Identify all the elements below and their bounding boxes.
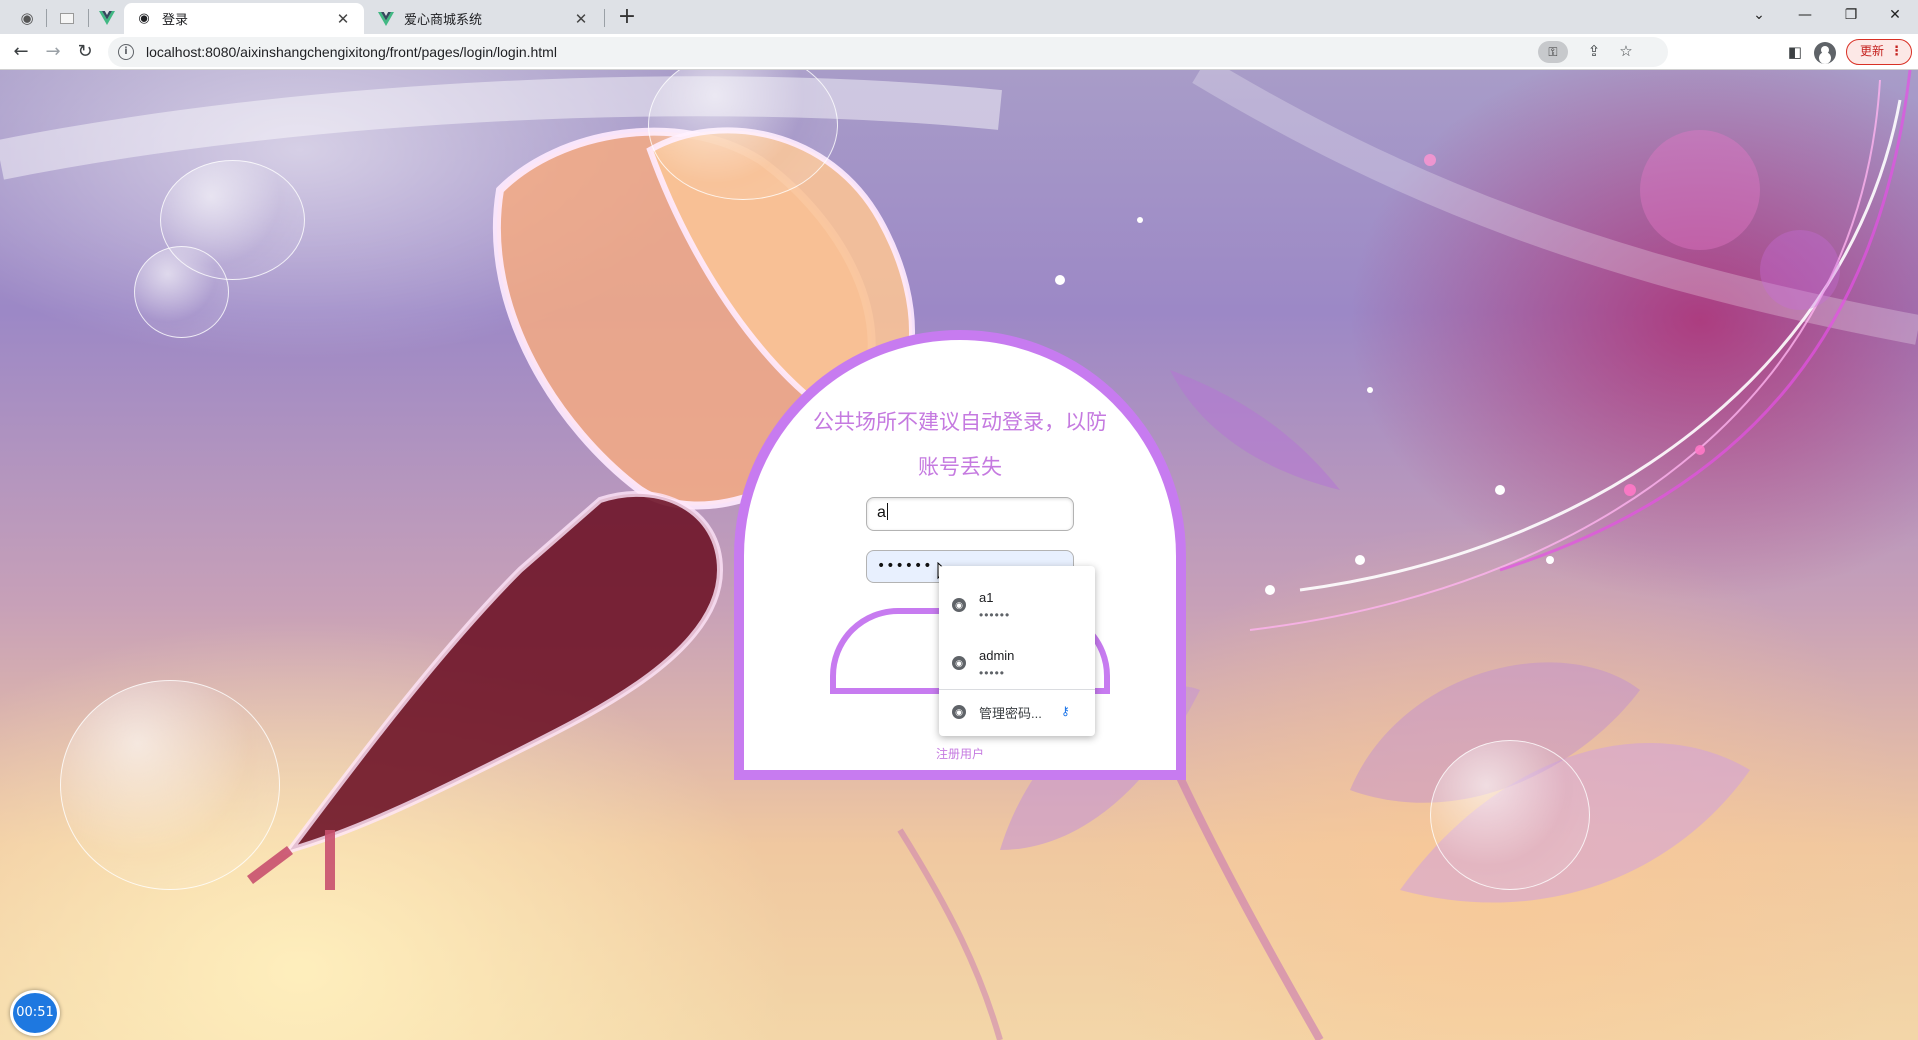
- autofill-suggestion[interactable]: ◉ a1 ••••••: [939, 576, 1095, 632]
- reload-button[interactable]: ↻: [72, 39, 98, 65]
- password-value: ••••••: [877, 558, 933, 574]
- tab-login[interactable]: ◉ 登录 ✕: [124, 3, 364, 34]
- vue-logo-icon: [99, 11, 115, 25]
- tab-title: 登录: [162, 13, 189, 28]
- key-icon: ⚷: [1061, 704, 1070, 718]
- username-input[interactable]: a: [866, 497, 1074, 531]
- decor-bubble: [1430, 740, 1590, 890]
- side-panel-icon[interactable]: ◧: [1784, 41, 1806, 63]
- blank-page-icon: [60, 12, 74, 24]
- login-warning-title: 公共场所不建议自动登录，以防账号丢失: [813, 410, 1107, 479]
- tab-separator: [88, 9, 89, 27]
- page-content: 公共场所不建议自动登录，以防账号丢失 a •••••• 注册用户: [0, 70, 1918, 1040]
- profile-avatar[interactable]: [1814, 42, 1836, 64]
- password-autofill-dropdown: ◉ a1 •••••• ◉ admin ••••• ◉ 管理密码... ⚷: [939, 566, 1095, 736]
- new-tab-button[interactable]: +: [613, 4, 641, 32]
- globe-icon: ◉: [20, 9, 34, 27]
- tab-separator: [604, 9, 605, 27]
- address-url[interactable]: localhost:8080/aixinshangchengixitong/fr…: [146, 44, 557, 60]
- tab-title: 爱心商城系统: [404, 13, 483, 28]
- username-value: a: [877, 504, 886, 521]
- forward-button[interactable]: →: [40, 39, 66, 65]
- autofill-username: admin: [979, 648, 1015, 663]
- pinned-tab-blank[interactable]: [52, 5, 82, 31]
- tab-strip: ◉ ◉ 登录 ✕ 爱心商城系统 ✕ + ⌄ — ❐ ✕: [0, 0, 1918, 34]
- reload-icon: ↻: [77, 41, 93, 62]
- minimize-icon: —: [1798, 7, 1812, 23]
- decor-bubble: [60, 680, 280, 890]
- update-button[interactable]: 更新 ⋮: [1846, 39, 1912, 65]
- tab-search-button[interactable]: ⌄: [1736, 0, 1782, 30]
- chrome-icon: ◉: [952, 705, 966, 719]
- autofill-password: ••••••: [979, 608, 1011, 622]
- manage-passwords-label: 管理密码...: [979, 706, 1042, 721]
- share-icon[interactable]: ⇪: [1584, 42, 1604, 62]
- chevron-down-icon: ⌄: [1753, 7, 1765, 23]
- close-icon[interactable]: ✕: [572, 10, 590, 28]
- more-menu-icon: ⋮: [1890, 44, 1903, 59]
- address-bar[interactable]: i localhost:8080/aixinshangchengixitong/…: [108, 37, 1668, 67]
- minimize-button[interactable]: —: [1782, 0, 1828, 30]
- autofill-suggestion[interactable]: ◉ admin •••••: [939, 634, 1095, 690]
- close-window-button[interactable]: ✕: [1872, 0, 1918, 30]
- pinned-tab-vue[interactable]: [92, 5, 122, 31]
- close-icon: ✕: [1889, 7, 1901, 23]
- text-caret: [886, 503, 888, 520]
- globe-icon: ◉: [138, 11, 150, 26]
- back-button[interactable]: ←: [8, 39, 34, 65]
- register-link[interactable]: 注册用户: [744, 745, 1176, 762]
- update-label: 更新: [1860, 44, 1885, 58]
- manage-passwords-item[interactable]: ◉ 管理密码... ⚷: [939, 690, 1095, 734]
- star-icon[interactable]: ☆: [1616, 42, 1636, 62]
- autofill-password: •••••: [979, 666, 1006, 680]
- tab-separator: [46, 9, 47, 27]
- globe-icon: ◉: [952, 598, 966, 612]
- recording-timer-badge: 00:51: [10, 990, 60, 1036]
- password-key-icon[interactable]: ⚿: [1538, 41, 1568, 63]
- pinned-tab-globe[interactable]: ◉: [12, 5, 42, 31]
- browser-toolbar: ← → ↻ i localhost:8080/aixinshangchengix…: [0, 34, 1918, 70]
- arrow-right-icon: →: [45, 41, 61, 62]
- autofill-username: a1: [979, 590, 994, 605]
- vue-logo-icon: [378, 11, 394, 27]
- close-icon[interactable]: ✕: [334, 10, 352, 28]
- restore-icon: ❐: [1844, 7, 1858, 23]
- decor-bubble: [134, 246, 229, 338]
- tab-mall-system[interactable]: 爱心商城系统 ✕: [366, 3, 602, 34]
- info-icon[interactable]: i: [118, 44, 134, 60]
- restore-button[interactable]: ❐: [1828, 0, 1874, 30]
- globe-icon: ◉: [952, 656, 966, 670]
- arrow-left-icon: ←: [13, 41, 29, 62]
